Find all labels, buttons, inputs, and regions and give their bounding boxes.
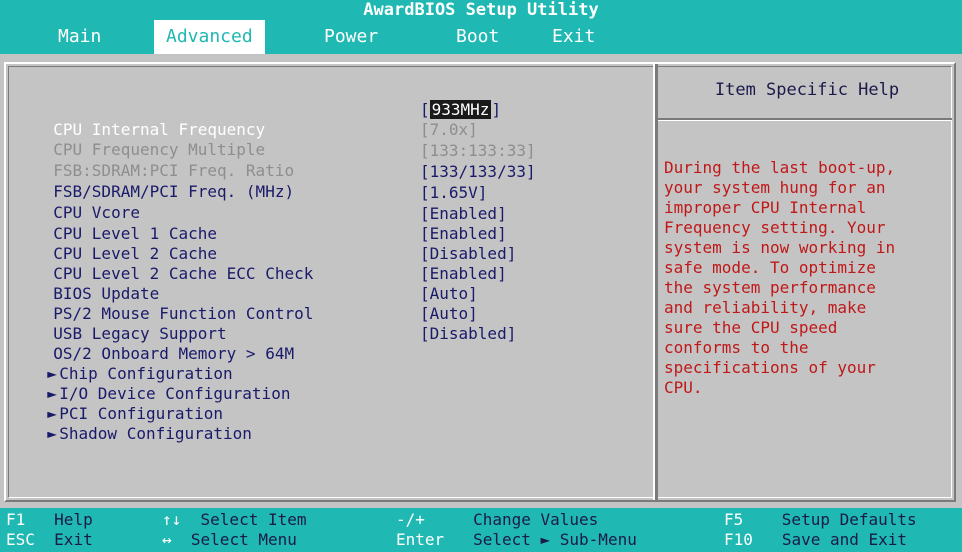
- bracket-open: [: [420, 100, 430, 119]
- help-title: Item Specific Help: [714, 80, 900, 100]
- submenu-pci-configuration[interactable]: ► PCI Configuration: [28, 384, 223, 423]
- setting-row-cpu-vcore[interactable]: CPU Vcore [1.65V]: [34, 183, 487, 222]
- menu-advanced[interactable]: Advanced: [154, 20, 265, 54]
- setting-value[interactable]: [933MHz]: [420, 100, 501, 120]
- legend-select-item: ↑↓ Select Item: [162, 510, 307, 529]
- setting-row-usb-legacy[interactable]: USB Legacy Support [Auto]: [34, 304, 478, 343]
- menu-bar: Main Advanced Power Boot Exit: [0, 20, 962, 54]
- setting-row-l2-cache[interactable]: CPU Level 2 Cache [Enabled]: [34, 224, 506, 263]
- selected-value[interactable]: 933MHz: [429, 100, 492, 119]
- setting-row-bios-update[interactable]: BIOS Update [Enabled]: [34, 264, 506, 303]
- setting-value: [133:133:33]: [420, 141, 536, 160]
- setting-value[interactable]: [Disabled]: [420, 244, 516, 264]
- setting-row-l1-cache[interactable]: CPU Level 1 Cache [Enabled]: [34, 204, 506, 243]
- legend-submenu: Enter Select ► Sub-Menu: [396, 530, 637, 549]
- setting-row-cpu-internal-frequency[interactable]: CPU Internal Frequency [933MHz]: [34, 100, 501, 139]
- legend-f1: F1 Help: [6, 510, 93, 529]
- setting-value[interactable]: [Enabled]: [420, 224, 507, 244]
- legend-setup-defaults: F5 Setup Defaults: [724, 510, 917, 529]
- submenu-label: Shadow Configuration: [59, 424, 252, 443]
- legend-esc: ESC Exit: [6, 530, 93, 549]
- left-right-arrows-icon: ↔: [162, 530, 172, 549]
- bracket-close: ]: [491, 100, 502, 119]
- help-separator: [658, 118, 952, 121]
- legend-save-exit: F10 Save and Exit: [724, 530, 908, 549]
- menu-boot[interactable]: Boot: [444, 20, 511, 54]
- setting-value: [7.0x]: [420, 120, 478, 139]
- setting-value[interactable]: [1.65V]: [420, 183, 487, 203]
- setting-row-freq-ratio: FSB:SDRAM:PCI Freq. Ratio [133:133:33]: [34, 141, 535, 180]
- legend-change-values: -/+ Change Values: [396, 510, 599, 529]
- setting-row-fsb-freq[interactable]: FSB/SDRAM/PCI Freq. (MHz) [133/133/33]: [34, 162, 535, 201]
- setting-value[interactable]: [Enabled]: [420, 204, 507, 224]
- submenu-chip-configuration[interactable]: ► Chip Configuration: [28, 344, 232, 383]
- up-down-arrows-icon: ↑↓: [162, 510, 182, 529]
- setting-value[interactable]: [Disabled]: [420, 324, 516, 344]
- menu-main[interactable]: Main: [46, 20, 113, 54]
- key-legend-footer: F1 Help ESC Exit ↑↓ Select Item ↔ Select…: [0, 508, 962, 552]
- legend-select-menu: ↔ Select Menu: [162, 530, 297, 549]
- setting-row-cpu-frequency-multiple: CPU Frequency Multiple [7.0x]: [34, 120, 478, 159]
- setting-row-os2-memory[interactable]: OS/2 Onboard Memory > 64M [Disabled]: [34, 324, 516, 363]
- submenu-shadow-configuration[interactable]: ► Shadow Configuration: [28, 404, 252, 443]
- setting-value[interactable]: [Enabled]: [420, 264, 507, 284]
- setting-value[interactable]: [Auto]: [420, 304, 478, 324]
- menu-power[interactable]: Power: [312, 20, 390, 54]
- setting-value[interactable]: [Auto]: [420, 284, 478, 304]
- window-title: AwardBIOS Setup Utility: [0, 0, 962, 20]
- panel-divider: [653, 64, 658, 500]
- setting-value[interactable]: [133/133/33]: [420, 162, 536, 182]
- submenu-arrow-icon: ►: [47, 424, 57, 443]
- submenu-io-device-configuration[interactable]: ► I/O Device Configuration: [28, 364, 290, 403]
- menu-exit[interactable]: Exit: [540, 20, 607, 54]
- setting-row-ps2-mouse[interactable]: PS/2 Mouse Function Control [Auto]: [34, 284, 478, 323]
- help-text: During the last boot-up, your system hun…: [664, 158, 896, 397]
- setting-row-l2-ecc[interactable]: CPU Level 2 Cache ECC Check [Disabled]: [34, 244, 516, 283]
